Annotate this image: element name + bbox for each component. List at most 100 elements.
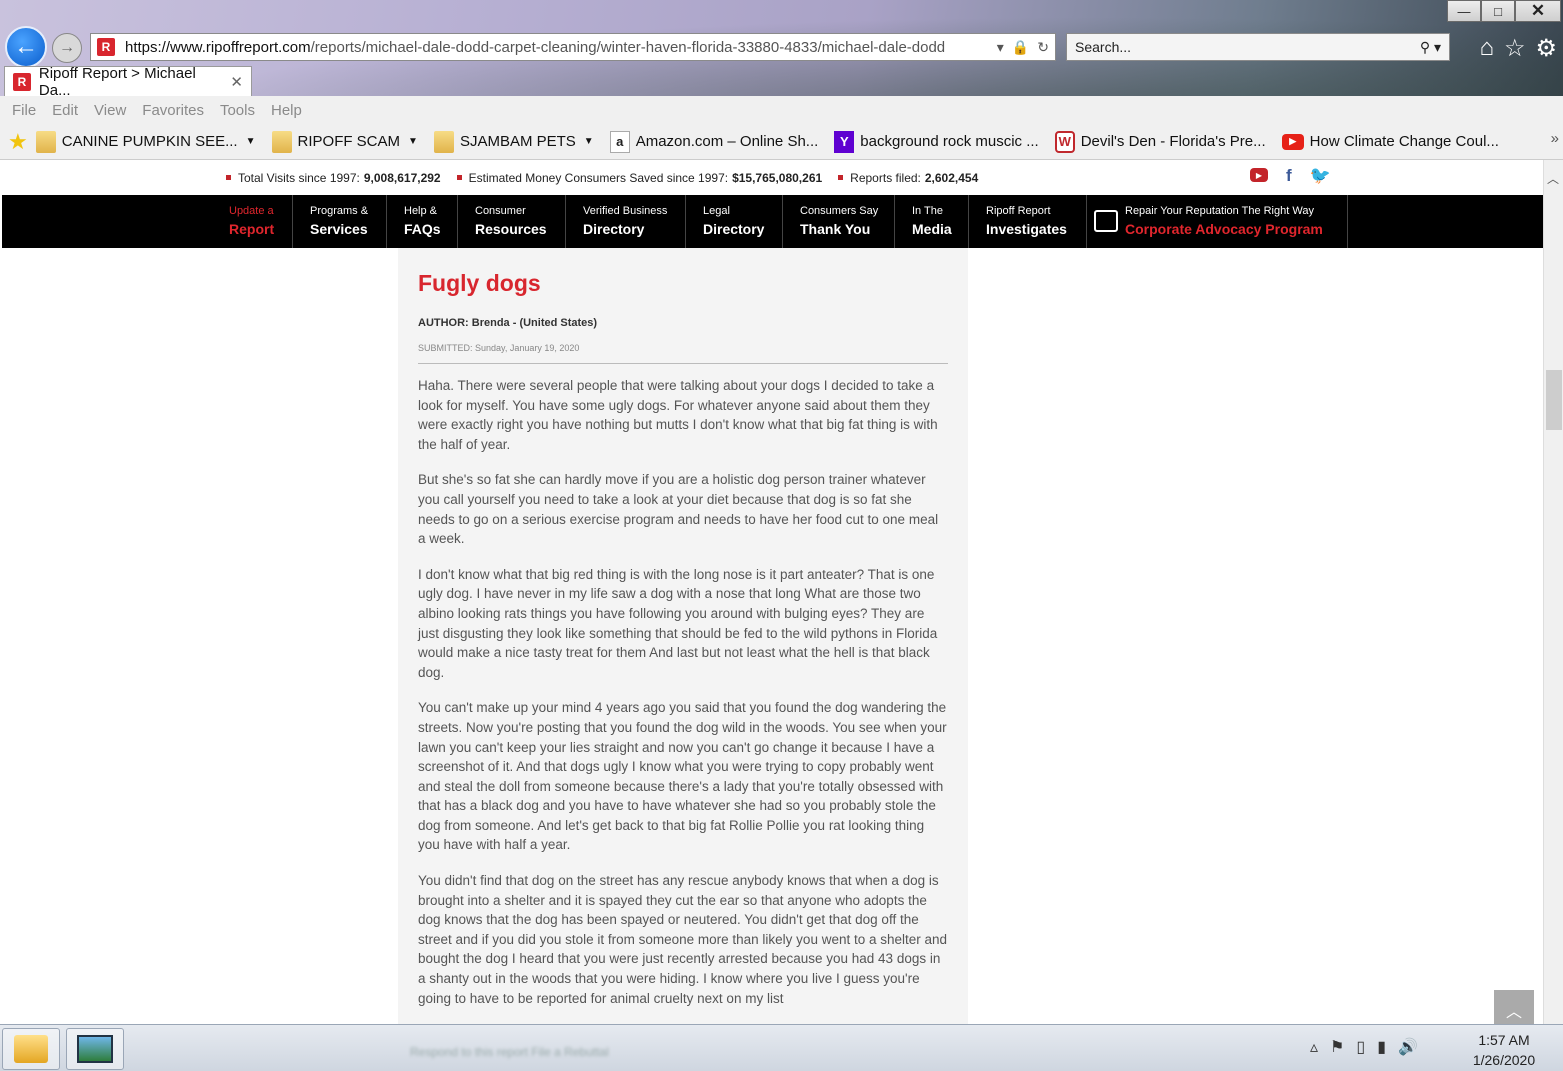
favorite-label: background rock muscic ... xyxy=(860,133,1039,150)
stat-value: 9,008,617,292 xyxy=(363,170,441,185)
gear-icon[interactable]: ⚙ xyxy=(1535,34,1557,63)
search-input[interactable]: Search... ⚲ ▾ xyxy=(1066,33,1450,61)
search-icon[interactable]: ⚲ ▾ xyxy=(1420,39,1441,56)
nav-big-label: Resources xyxy=(475,221,547,237)
stat-reports-filed: Reports filed: 2,602,454 xyxy=(838,171,978,185)
stats-bar: Total Visits since 1997: 9,008,617,292 E… xyxy=(0,160,1543,195)
menu-file[interactable]: File xyxy=(12,102,36,119)
url-path: /reports/michael-dale-dodd-carpet-cleani… xyxy=(310,38,946,56)
back-to-top-button[interactable]: ︿ xyxy=(1494,990,1534,1024)
close-icon[interactable]: ✕ xyxy=(230,73,243,91)
taskbar-ghost-text: Respond to this report File a Rebuttal xyxy=(410,1045,609,1059)
bullet-icon xyxy=(838,175,844,180)
nav-big-label: Media xyxy=(912,221,952,237)
chevron-down-icon[interactable]: ▼ xyxy=(408,136,418,147)
url-text[interactable]: https://www.ripoffreport.com/reports/mic… xyxy=(125,39,991,56)
nav-legal-directory[interactable]: Legal Directory xyxy=(686,195,783,248)
menu-help[interactable]: Help xyxy=(271,102,302,119)
favorite-item[interactable]: Y background rock muscic ... xyxy=(834,130,1039,153)
add-favorite-star-icon[interactable]: ★ xyxy=(8,129,28,155)
system-clock[interactable]: 1:57 AM 1/26/2020 xyxy=(1462,1030,1546,1070)
dropdown-icon[interactable]: ▾ xyxy=(997,39,1004,56)
bullet-icon xyxy=(226,175,231,180)
action-center-flag-icon[interactable]: ⚑ xyxy=(1330,1037,1344,1057)
bullet-icon xyxy=(456,175,462,180)
nav-verified-business-directory[interactable]: Verified Business Directory xyxy=(566,195,686,248)
menu-bar: File Edit View Favorites Tools Help xyxy=(0,96,1563,124)
nav-help-faqs[interactable]: Help & FAQs xyxy=(387,195,458,248)
stat-value: $15,765,080,261 xyxy=(732,170,823,185)
taskbar-photos-button[interactable] xyxy=(66,1028,124,1070)
report-paragraph: You didn't find that dog on the street h… xyxy=(418,873,948,1006)
nav-big-label: Services xyxy=(310,221,368,237)
favorites-bar: ★ CANINE PUMPKIN SEE... ▼ RIPOFF SCAM ▼ … xyxy=(0,124,1563,160)
volume-icon[interactable]: 🔊 xyxy=(1398,1037,1418,1057)
scroll-up-icon[interactable]: ︿ xyxy=(1547,170,1559,187)
forward-button[interactable]: → xyxy=(52,33,82,63)
amazon-icon: a xyxy=(609,130,630,153)
page-viewport: Total Visits since 1997: 9,008,617,292 E… xyxy=(0,160,1543,1024)
maximize-button[interactable]: □ xyxy=(1481,0,1515,22)
url-host: https://www.ripoffreport.com xyxy=(125,38,311,56)
nav-consumer-resources[interactable]: Consumer Resources xyxy=(458,195,566,248)
taskbar-explorer-button[interactable] xyxy=(2,1028,60,1070)
arrow-left-icon: ← xyxy=(14,33,38,60)
nav-small-label: Ripoff Report xyxy=(986,205,1051,217)
minimize-button[interactable]: — xyxy=(1447,0,1481,22)
chevron-down-icon[interactable]: ▼ xyxy=(246,136,256,147)
favorite-label: CANINE PUMPKIN SEE... xyxy=(61,133,238,150)
favorite-item[interactable]: ▶ How Climate Change Coul... xyxy=(1281,133,1499,150)
chevron-up-icon: ︿ xyxy=(1505,1004,1522,1021)
chevron-more-icon[interactable]: » xyxy=(1551,130,1559,147)
tab-ripoff-report[interactable]: R Ripoff Report > Michael Da... ✕ xyxy=(4,65,252,99)
folder-icon xyxy=(35,130,56,153)
back-button[interactable]: ← xyxy=(5,26,47,68)
favorite-item[interactable]: RIPOFF SCAM ▼ xyxy=(271,130,418,153)
nav-corporate-advocacy-program[interactable]: Repair Your Reputation The Right Way Cor… xyxy=(1087,195,1348,248)
nav-programs-services[interactable]: Programs & Services xyxy=(293,195,387,248)
facebook-icon[interactable]: f xyxy=(1286,167,1292,184)
scroll-thumb[interactable] xyxy=(1546,370,1562,430)
window-controls: — □ ✕ xyxy=(1447,0,1561,22)
nav-small-label: Consumer xyxy=(475,205,526,217)
photo-viewer-icon xyxy=(77,1035,113,1063)
nav-big-label: Directory xyxy=(583,221,645,237)
network-signal-icon[interactable]: ▮ xyxy=(1377,1037,1386,1057)
arrow-right-icon: → xyxy=(59,39,75,56)
folder-icon xyxy=(433,130,454,153)
folder-icon xyxy=(14,1035,48,1063)
menu-view[interactable]: View xyxy=(94,102,126,119)
favorite-item[interactable]: a Amazon.com – Online Sh... xyxy=(609,130,818,153)
menu-edit[interactable]: Edit xyxy=(52,102,78,119)
device-icon[interactable]: ▯ xyxy=(1356,1037,1365,1057)
nav-ripoff-report-investigates[interactable]: Ripoff Report Investigates xyxy=(969,195,1087,248)
chevron-down-icon[interactable]: ▼ xyxy=(584,136,594,147)
favorites-star-icon[interactable]: ☆ xyxy=(1504,34,1526,63)
favorite-item[interactable]: W Devil's Den - Florida's Pre... xyxy=(1054,130,1266,153)
close-button[interactable]: ✕ xyxy=(1515,0,1561,22)
stat-label: Estimated Money Consumers Saved since 19… xyxy=(468,170,729,185)
lock-icon[interactable]: 🔒 xyxy=(1012,39,1029,56)
refresh-icon[interactable]: ↻ xyxy=(1037,39,1049,56)
favorite-item[interactable]: SJAMBAM PETS ▼ xyxy=(433,130,594,153)
system-tray: ▵ ⚑ ▯ ▮ 🔊 xyxy=(1310,1037,1418,1057)
show-hidden-icons-icon[interactable]: ▵ xyxy=(1310,1037,1318,1057)
yahoo-icon: Y xyxy=(834,130,855,153)
nav-update-report[interactable]: Update a Report xyxy=(212,195,293,248)
home-icon[interactable]: ⌂ xyxy=(1479,34,1494,63)
twitter-icon[interactable]: 🐦 xyxy=(1310,167,1331,184)
page-scrollbar[interactable]: ︿ xyxy=(1543,160,1563,1024)
stat-label: Total Visits since 1997: xyxy=(238,170,360,185)
tab-favicon-icon: R xyxy=(13,72,31,91)
nav-small-label: Repair Your Reputation The Right Way xyxy=(1125,205,1314,217)
address-bar[interactable]: R https://www.ripoffreport.com/reports/m… xyxy=(90,33,1056,61)
nav-consumers-say-thank-you[interactable]: Consumers Say Thank You xyxy=(783,195,895,248)
menu-tools[interactable]: Tools xyxy=(220,102,255,119)
nav-small-label: Legal xyxy=(703,205,730,217)
favorite-item[interactable]: CANINE PUMPKIN SEE... ▼ xyxy=(35,130,256,153)
youtube-icon[interactable]: ▶ xyxy=(1250,168,1268,182)
nav-in-the-media[interactable]: In The Media xyxy=(895,195,969,248)
menu-favorites[interactable]: Favorites xyxy=(142,102,204,119)
favorite-label: How Climate Change Coul... xyxy=(1309,133,1499,150)
folder-icon xyxy=(271,130,292,153)
